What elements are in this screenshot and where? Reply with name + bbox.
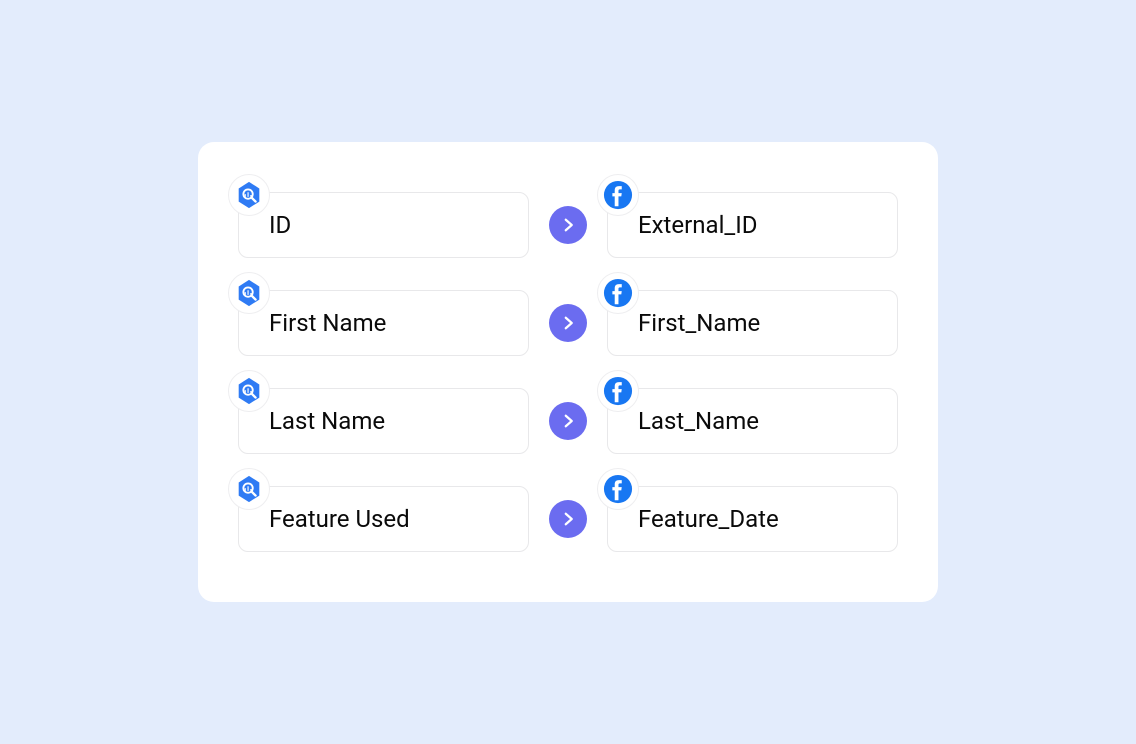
source-field[interactable]: Last Name bbox=[238, 388, 529, 454]
bigquery-icon bbox=[234, 180, 264, 210]
chevron-right-icon bbox=[559, 314, 577, 332]
destination-field[interactable]: First_Name bbox=[607, 290, 898, 356]
source-badge bbox=[228, 468, 270, 510]
mapping-arrow bbox=[549, 402, 587, 440]
source-field-label: ID bbox=[269, 211, 291, 239]
destination-field-container: Feature_Date bbox=[607, 486, 898, 552]
destination-field-container: External_ID bbox=[607, 192, 898, 258]
destination-field[interactable]: Feature_Date bbox=[607, 486, 898, 552]
source-field-container: Feature Used bbox=[238, 486, 529, 552]
mapping-card: ID External_ID bbox=[198, 142, 938, 602]
mapping-row: Feature Used Feature_Date bbox=[238, 486, 898, 552]
destination-field-label: Last_Name bbox=[638, 407, 759, 435]
source-badge bbox=[228, 174, 270, 216]
bigquery-icon bbox=[234, 474, 264, 504]
destination-badge bbox=[597, 272, 639, 314]
destination-field-label: External_ID bbox=[638, 211, 758, 239]
mapping-arrow bbox=[549, 500, 587, 538]
destination-field-container: First_Name bbox=[607, 290, 898, 356]
source-badge bbox=[228, 272, 270, 314]
facebook-icon bbox=[603, 474, 633, 504]
source-field[interactable]: ID bbox=[238, 192, 529, 258]
source-field[interactable]: First Name bbox=[238, 290, 529, 356]
destination-field-container: Last_Name bbox=[607, 388, 898, 454]
bigquery-icon bbox=[234, 278, 264, 308]
mapping-row: First Name First_Name bbox=[238, 290, 898, 356]
bigquery-icon bbox=[234, 376, 264, 406]
source-badge bbox=[228, 370, 270, 412]
destination-badge bbox=[597, 468, 639, 510]
source-field[interactable]: Feature Used bbox=[238, 486, 529, 552]
source-field-container: ID bbox=[238, 192, 529, 258]
mapping-row: Last Name Last_Name bbox=[238, 388, 898, 454]
destination-badge bbox=[597, 174, 639, 216]
mapping-arrow bbox=[549, 206, 587, 244]
destination-field-label: Feature_Date bbox=[638, 505, 779, 533]
chevron-right-icon bbox=[559, 510, 577, 528]
destination-field[interactable]: Last_Name bbox=[607, 388, 898, 454]
facebook-icon bbox=[603, 278, 633, 308]
source-field-container: First Name bbox=[238, 290, 529, 356]
destination-badge bbox=[597, 370, 639, 412]
source-field-container: Last Name bbox=[238, 388, 529, 454]
destination-field[interactable]: External_ID bbox=[607, 192, 898, 258]
mapping-arrow bbox=[549, 304, 587, 342]
facebook-icon bbox=[603, 376, 633, 406]
chevron-right-icon bbox=[559, 412, 577, 430]
source-field-label: First Name bbox=[269, 309, 386, 337]
mapping-row: ID External_ID bbox=[238, 192, 898, 258]
destination-field-label: First_Name bbox=[638, 309, 760, 337]
facebook-icon bbox=[603, 180, 633, 210]
source-field-label: Feature Used bbox=[269, 505, 410, 533]
source-field-label: Last Name bbox=[269, 407, 385, 435]
chevron-right-icon bbox=[559, 216, 577, 234]
